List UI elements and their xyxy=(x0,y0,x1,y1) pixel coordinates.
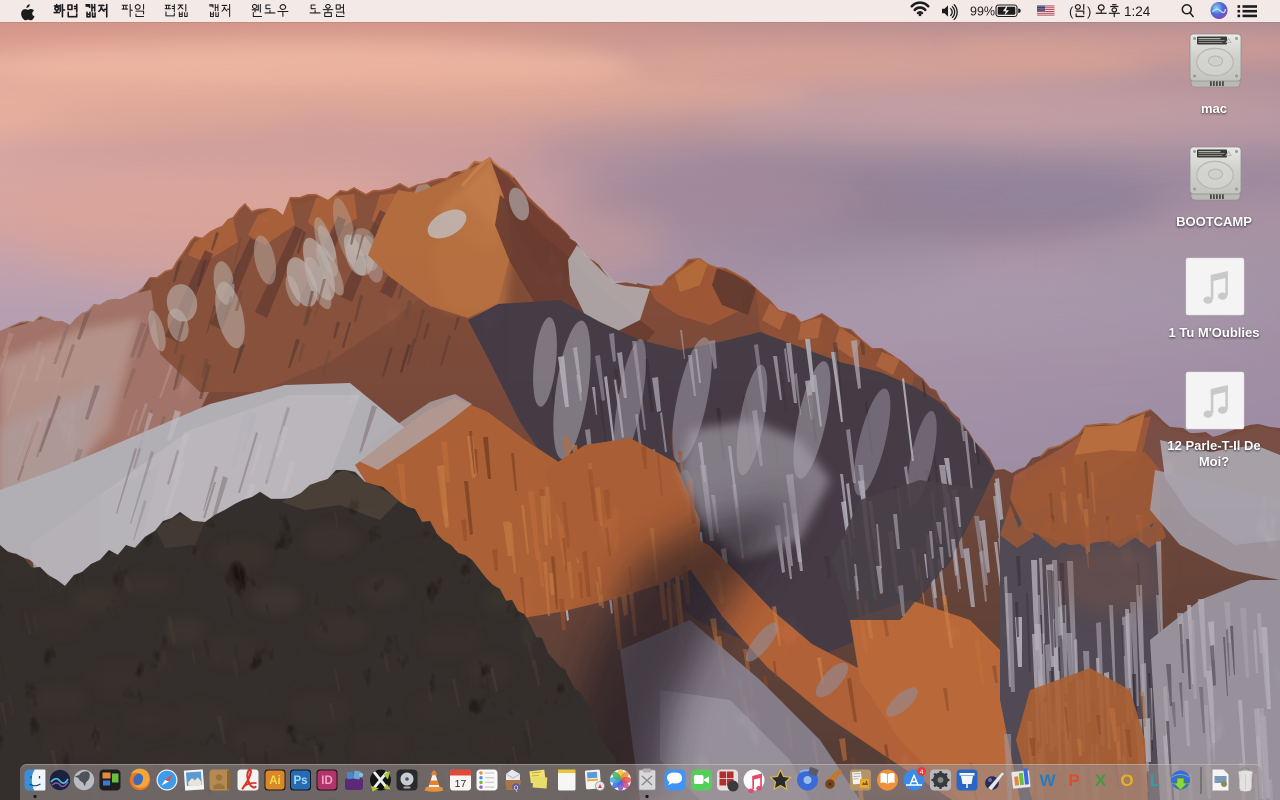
svg-text:Ai: Ai xyxy=(269,775,281,787)
svg-text:99%: 99% xyxy=(970,5,995,19)
svg-text:X: X xyxy=(1095,771,1107,790)
svg-text:W: W xyxy=(1039,771,1056,790)
svg-text:): ) xyxy=(1087,4,1091,19)
svg-text:L: L xyxy=(1150,771,1160,790)
svg-text:Ps: Ps xyxy=(293,775,307,787)
svg-text:17: 17 xyxy=(455,778,467,790)
svg-text:P: P xyxy=(1068,771,1079,790)
svg-text:ID: ID xyxy=(321,775,333,787)
svg-text:1:24: 1:24 xyxy=(1124,4,1151,19)
svg-text:Q: Q xyxy=(514,786,519,792)
svg-text:(: ( xyxy=(1069,4,1074,19)
svg-text:O: O xyxy=(1120,771,1133,790)
svg-text:4: 4 xyxy=(920,769,924,776)
